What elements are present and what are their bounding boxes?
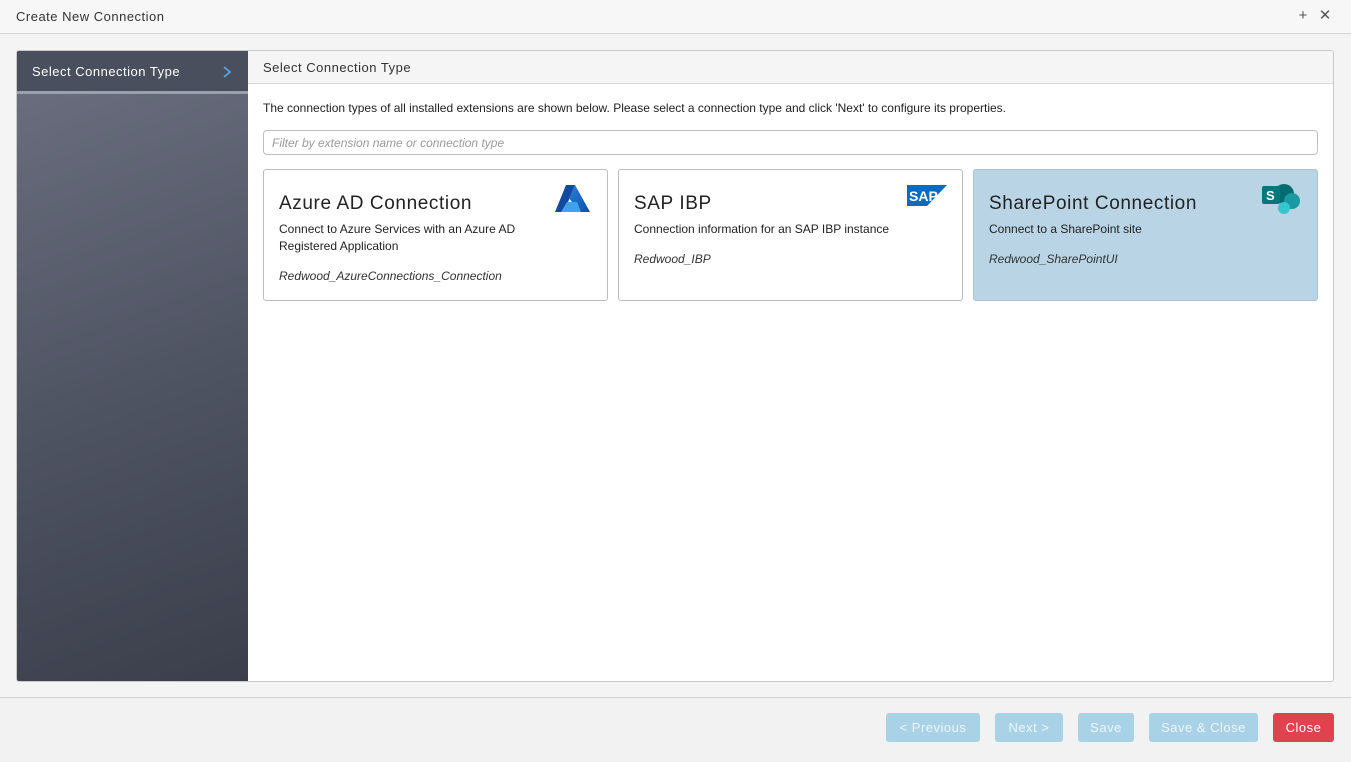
next-button[interactable]: Next > bbox=[995, 713, 1063, 742]
sap-logo-icon: SAP bbox=[907, 185, 947, 206]
window-titlebar: Create New Connection + ✕ bbox=[0, 0, 1351, 34]
svg-text:S: S bbox=[1266, 188, 1275, 203]
maximize-icon[interactable]: + bbox=[1295, 8, 1311, 24]
wizard-frame: Select Connection Type Select Connection… bbox=[16, 50, 1334, 682]
sidebar-item-label: Select Connection Type bbox=[32, 64, 181, 79]
card-extension-name: Redwood_AzureConnections_Connection bbox=[279, 269, 502, 283]
card-title: SharePoint Connection bbox=[989, 193, 1198, 214]
save-button[interactable]: Save bbox=[1078, 713, 1134, 742]
svg-text:SAP: SAP bbox=[909, 188, 938, 204]
window-title: Create New Connection bbox=[16, 9, 165, 24]
azure-logo-icon bbox=[555, 185, 590, 212]
card-description: Connect to Azure Services with an Azure … bbox=[279, 222, 516, 253]
wizard-content: Select Connection Type The connection ty… bbox=[248, 51, 1333, 681]
card-title: SAP IBP bbox=[634, 193, 712, 214]
connection-card-sharepoint[interactable]: SharePoint Connection Connect to a Share… bbox=[973, 169, 1318, 301]
sharepoint-logo-icon: S bbox=[1262, 184, 1300, 214]
close-window-icon[interactable]: ✕ bbox=[1317, 8, 1333, 24]
save-and-close-button[interactable]: Save & Close bbox=[1149, 713, 1258, 742]
card-extension-name: Redwood_IBP bbox=[634, 252, 711, 266]
sidebar-item-select-connection-type[interactable]: Select Connection Type bbox=[17, 51, 248, 94]
wizard-sidebar: Select Connection Type bbox=[17, 51, 248, 681]
connection-card-sap-ibp[interactable]: SAP IBP Connection information for an SA… bbox=[618, 169, 963, 301]
filter-input[interactable] bbox=[263, 130, 1318, 155]
chevron-right-icon bbox=[223, 66, 232, 78]
page-title: Select Connection Type bbox=[263, 60, 412, 75]
wizard-footer: < Previous Next > Save Save & Close Clos… bbox=[0, 698, 1351, 762]
card-description: Connect to a SharePoint site bbox=[989, 222, 1142, 236]
close-button[interactable]: Close bbox=[1273, 713, 1334, 742]
content-header: Select Connection Type bbox=[248, 51, 1333, 84]
connection-card-azure-ad[interactable]: Azure AD Connection Connect to Azure Ser… bbox=[263, 169, 608, 301]
card-extension-name: Redwood_SharePointUI bbox=[989, 252, 1118, 266]
previous-button[interactable]: < Previous bbox=[886, 713, 980, 742]
card-title: Azure AD Connection bbox=[279, 193, 473, 214]
card-description: Connection information for an SAP IBP in… bbox=[634, 222, 890, 236]
instructions-text: The connection types of all installed ex… bbox=[263, 101, 1006, 115]
